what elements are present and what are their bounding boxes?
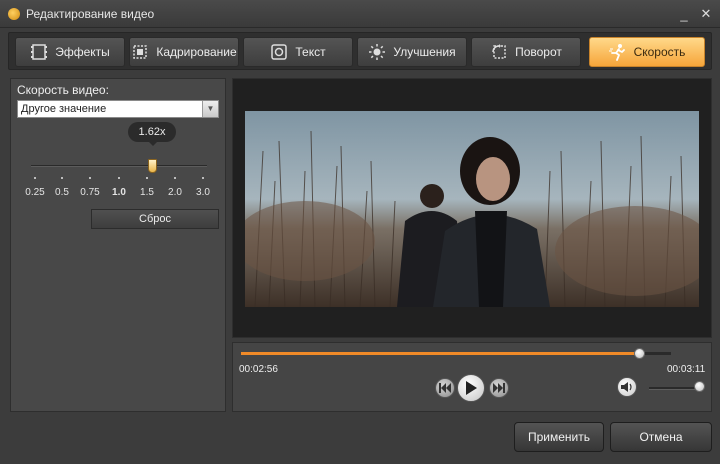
close-button[interactable]: ✕ <box>698 6 714 22</box>
tick-label: 1.5 <box>140 187 154 198</box>
tab-enhancements-label: Улучшения <box>393 45 456 59</box>
timeline-thumb[interactable] <box>634 348 646 359</box>
previous-button[interactable] <box>435 378 455 398</box>
window-title: Редактирование видео <box>26 7 155 21</box>
minimize-button[interactable]: _ <box>676 6 692 22</box>
tab-text-label: Текст <box>295 45 326 59</box>
slider-tick <box>146 177 148 179</box>
chevron-down-icon[interactable]: ▼ <box>202 101 218 117</box>
tab-rotate[interactable]: Поворот <box>471 37 581 67</box>
text-icon <box>271 44 288 60</box>
speaker-icon <box>621 382 632 392</box>
slider-tick <box>61 177 63 179</box>
tick-label: 0.25 <box>25 187 45 198</box>
timeline-track[interactable] <box>241 348 671 359</box>
slider-tick <box>89 177 91 179</box>
app-logo-icon <box>8 8 20 20</box>
brightness-icon <box>369 44 386 60</box>
runner-icon <box>608 44 625 61</box>
tick-label: 0.5 <box>55 187 69 198</box>
volume-button[interactable] <box>617 377 637 397</box>
speed-panel: Скорость видео: Другое значение ▼ 1.62x … <box>10 78 226 412</box>
tick-label: 0.75 <box>80 187 100 198</box>
slider-tick <box>118 177 120 179</box>
speed-slider-thumb[interactable] <box>148 159 157 173</box>
play-icon <box>466 381 477 395</box>
tab-speed-label: Скорость <box>633 45 686 59</box>
video-frame <box>245 111 699 307</box>
speed-slider-track[interactable] <box>31 165 207 167</box>
tab-crop-label: Кадрирование <box>156 45 237 59</box>
tab-bar: Эффекты Кадрирование Текст Улучшения Пов… <box>8 32 712 70</box>
playback-controls: 00:02:56 00:03:11 <box>232 342 712 412</box>
timeline-progress <box>241 352 640 355</box>
reset-button[interactable]: Сброс <box>91 209 219 229</box>
tab-crop[interactable]: Кадрирование <box>129 37 239 67</box>
skip-back-icon <box>439 383 451 393</box>
tab-enhancements[interactable]: Улучшения <box>357 37 467 67</box>
cancel-button[interactable]: Отмена <box>610 422 712 452</box>
current-time: 00:02:56 <box>239 364 278 375</box>
tab-effects-label: Эффекты <box>55 45 110 59</box>
tab-rotate-label: Поворот <box>515 45 562 59</box>
rotate-icon <box>492 44 506 59</box>
tick-label: 2.0 <box>168 187 182 198</box>
video-preview-panel <box>232 78 712 338</box>
speed-value-tooltip: 1.62x <box>128 122 176 142</box>
tab-effects[interactable]: Эффекты <box>15 37 125 67</box>
slider-tick <box>174 177 176 179</box>
tooltip-pointer <box>148 141 158 146</box>
film-effects-icon <box>31 44 48 60</box>
speed-preset-value: Другое значение <box>21 103 107 115</box>
tick-label: 3.0 <box>196 187 210 198</box>
tick-label: 1.0 <box>112 187 126 198</box>
volume-slider-thumb[interactable] <box>694 381 705 392</box>
play-button[interactable] <box>457 374 485 402</box>
skip-forward-icon <box>493 383 505 393</box>
title-bar: Редактирование видео _ ✕ <box>0 0 720 28</box>
crop-icon <box>133 45 148 59</box>
total-time: 00:03:11 <box>667 364 706 375</box>
tab-text[interactable]: Текст <box>243 37 353 67</box>
slider-tick <box>202 177 204 179</box>
tab-speed[interactable]: Скорость <box>589 37 705 67</box>
video-still-image <box>245 111 699 307</box>
slider-tick <box>34 177 36 179</box>
speed-label: Скорость видео: <box>17 83 109 97</box>
next-button[interactable] <box>489 378 509 398</box>
apply-button[interactable]: Применить <box>514 422 604 452</box>
speed-preset-dropdown[interactable]: Другое значение ▼ <box>17 100 219 118</box>
